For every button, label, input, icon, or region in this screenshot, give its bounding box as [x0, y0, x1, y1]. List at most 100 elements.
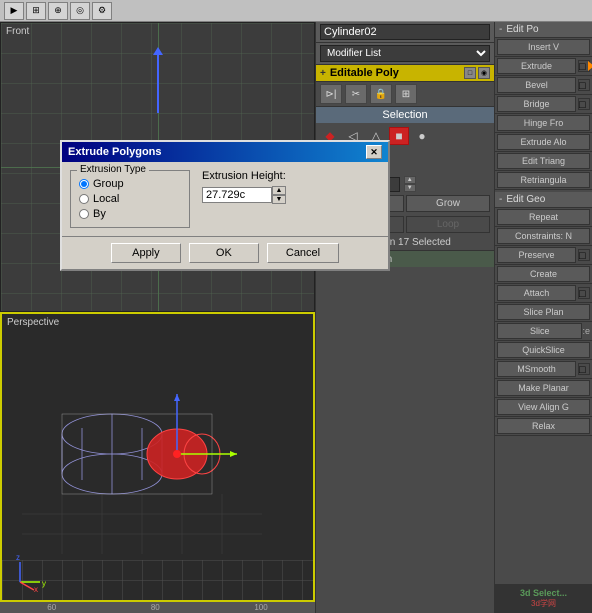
extrude-checkbox[interactable]: □	[578, 60, 590, 72]
edit-poly-title: Edit Po	[506, 24, 538, 35]
viewport-area: Front Perspective	[0, 22, 315, 613]
quickslice-button[interactable]: QuickSlice	[497, 342, 590, 358]
extrude-along-button[interactable]: Extrude Alo	[497, 134, 590, 150]
svg-text:z: z	[16, 553, 20, 562]
sel-icon-polygon[interactable]: ■	[389, 127, 409, 145]
radio-local-label: Local	[93, 193, 119, 205]
toolbar-btn-5[interactable]: ⚙	[92, 2, 112, 20]
z-axis-arrow	[157, 53, 159, 113]
perspective-label: Perspective	[7, 317, 59, 328]
create-row: Create	[495, 265, 592, 284]
bridge-checkbox[interactable]: □	[578, 98, 590, 110]
perspective-viewport[interactable]: Perspective	[0, 312, 315, 602]
editable-poly-plus: +	[320, 68, 326, 79]
bridge-button[interactable]: Bridge	[497, 96, 576, 112]
extrusion-height-label: Extrusion Height:	[202, 170, 286, 182]
ok-button[interactable]: OK	[189, 243, 259, 263]
edit-geo-title: Edit Geo	[506, 194, 545, 205]
radio-group-row: Group	[79, 178, 181, 190]
slice-button[interactable]: Slice	[497, 323, 582, 339]
edit-geo-header: - Edit Geo	[495, 192, 592, 208]
radio-local[interactable]	[79, 194, 89, 204]
bevel-checkbox[interactable]: □	[578, 79, 590, 91]
make-planar-row: Make Planar	[495, 379, 592, 398]
insert-v-row: Insert V	[495, 38, 592, 57]
editable-poly-item[interactable]: + Editable Poly □ ◉	[316, 65, 494, 82]
msmooth-button[interactable]: MSmooth	[497, 361, 576, 377]
svg-text:x: x	[34, 585, 38, 592]
radio-group[interactable]	[79, 179, 89, 189]
repeat-button[interactable]: Repeat	[497, 209, 590, 225]
loop-button[interactable]: Loop	[406, 216, 490, 233]
dialog-titlebar: Extrude Polygons ✕	[62, 142, 388, 162]
msmooth-row: MSmooth □	[495, 360, 592, 379]
edit-geo-minus: -	[499, 194, 502, 205]
edit-triangles-button[interactable]: Edit Triang	[497, 153, 590, 169]
repeat-row: Repeat	[495, 208, 592, 227]
extrusion-height-input[interactable]	[202, 187, 272, 203]
by-spin-up[interactable]: ▲	[404, 176, 416, 184]
bevel-button[interactable]: Bevel	[497, 77, 576, 93]
attach-checkbox[interactable]: □	[578, 287, 590, 299]
toolbar-btn-2[interactable]: ⊞	[26, 2, 46, 20]
relax-button[interactable]: Relax	[497, 418, 590, 434]
nav-btn-4[interactable]: ⊞	[395, 84, 417, 104]
nav-btn-1[interactable]: ⊳|	[320, 84, 342, 104]
toolbar-btn-1[interactable]: ▶	[4, 2, 24, 20]
make-planar-button[interactable]: Make Planar	[497, 380, 590, 396]
dialog-close-button[interactable]: ✕	[366, 145, 382, 159]
edit-poly-minus: -	[499, 24, 502, 35]
insert-v-button[interactable]: Insert V	[497, 39, 590, 55]
object-name-row	[316, 22, 494, 43]
height-spin-down[interactable]: ▼	[272, 195, 286, 204]
hinge-from-button[interactable]: Hinge Fro	[497, 115, 590, 131]
apply-button[interactable]: Apply	[111, 243, 181, 263]
extrude-button[interactable]: Extrude	[497, 58, 576, 74]
extrude-row: Extrude □	[495, 57, 592, 76]
extrusion-type-group: Extrusion Type Group Local By	[70, 170, 190, 228]
radio-group-label: Group	[93, 178, 124, 190]
selection-header: Selection	[316, 107, 494, 123]
slice-plane-row: Slice Plan	[495, 303, 592, 322]
mod-icon-1[interactable]: □	[464, 67, 476, 79]
nav-buttons-row: ⊳| ✂ 🔒 ⊞	[316, 82, 494, 107]
constraints-button[interactable]: Constraints: N	[497, 228, 590, 244]
slice-plane-button[interactable]: Slice Plan	[497, 304, 590, 320]
modifier-list-row: Modifier List	[316, 43, 494, 65]
bridge-row: Bridge □	[495, 95, 592, 114]
modifier-list-dropdown[interactable]: Modifier List	[320, 45, 490, 62]
dialog-title: Extrude Polygons	[68, 146, 162, 158]
attach-button[interactable]: Attach	[497, 285, 576, 301]
mod-icon-2[interactable]: ◉	[478, 67, 490, 79]
preserve-checkbox[interactable]: □	[578, 249, 590, 261]
toolbar-btn-4[interactable]: ◎	[70, 2, 90, 20]
cancel-button[interactable]: Cancel	[267, 243, 339, 263]
object-name-input[interactable]	[320, 24, 490, 40]
extrusion-height-area: Extrusion Height: ▲ ▼	[202, 170, 286, 228]
dialog-footer: Apply OK Cancel	[62, 236, 388, 269]
sel-icon-element[interactable]: ●	[412, 127, 432, 145]
nav-btn-2[interactable]: ✂	[345, 84, 367, 104]
editable-poly-label: Editable Poly	[330, 67, 399, 79]
view-align-row: View Align G	[495, 398, 592, 417]
extrude-along-row: Extrude Alo	[495, 133, 592, 152]
height-spin-up[interactable]: ▲	[272, 186, 286, 195]
radio-by-row: By	[79, 208, 181, 220]
bottom-num-1: 60	[47, 603, 56, 612]
by-spin-down[interactable]: ▼	[404, 184, 416, 192]
slice-row: Slice :e	[495, 322, 592, 341]
view-align-button[interactable]: View Align G	[497, 399, 590, 415]
bottom-num-3: 100	[254, 603, 267, 612]
radio-by[interactable]	[79, 209, 89, 219]
grow-button[interactable]: Grow	[406, 195, 490, 212]
retriangulate-button[interactable]: Retriangula	[497, 172, 590, 188]
msmooth-checkbox[interactable]: □	[578, 363, 590, 375]
toolbar-btn-3[interactable]: ⊕	[48, 2, 68, 20]
attach-row: Attach □	[495, 284, 592, 303]
preserve-button[interactable]: Preserve	[497, 247, 576, 263]
nav-btn-3[interactable]: 🔒	[370, 84, 392, 104]
edit-triangles-row: Edit Triang	[495, 152, 592, 171]
extrusion-type-legend: Extrusion Type	[77, 164, 149, 175]
dialog-overlay: Extrude Polygons ✕ Extrusion Type Group …	[60, 140, 390, 271]
create-button[interactable]: Create	[497, 266, 590, 282]
